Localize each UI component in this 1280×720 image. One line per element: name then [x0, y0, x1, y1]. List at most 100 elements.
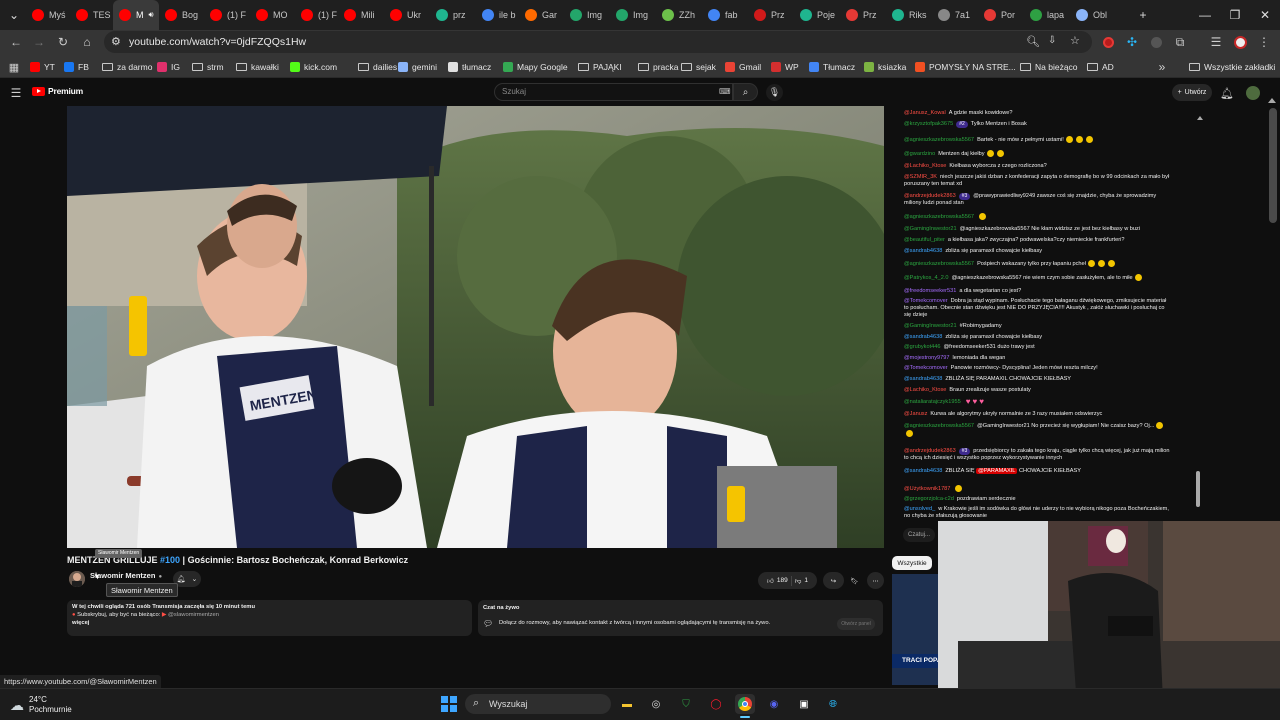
- weather-widget[interactable]: ☁ 24°C Pochmurnie: [10, 695, 72, 715]
- all-bookmarks-button[interactable]: Wszystkie zakładki: [1189, 60, 1275, 74]
- guide-menu-icon[interactable]: ☰: [8, 85, 24, 101]
- open-chat-panel-button[interactable]: Otwórz panel: [837, 618, 875, 630]
- tab-10[interactable]: ile b: [476, 0, 519, 30]
- notion-icon[interactable]: ▣: [794, 694, 814, 714]
- chat-author[interactable]: @SZMIR_3K: [904, 174, 937, 180]
- bookmark-15[interactable]: WP: [771, 60, 799, 74]
- chat-author[interactable]: @sandrab4638: [904, 248, 942, 254]
- tab-6[interactable]: (1) F: [295, 0, 338, 30]
- bookmark-6[interactable]: kick.com: [290, 60, 337, 74]
- dislike-button[interactable]: 👎︎ 1: [795, 577, 808, 585]
- tab-search-chevron-icon[interactable]: ⌄: [0, 0, 28, 30]
- scroll-up-icon[interactable]: [1197, 116, 1203, 120]
- opera-icon[interactable]: ◯: [706, 694, 726, 714]
- bookmark-5[interactable]: kawałki: [236, 60, 279, 74]
- bookmark-13[interactable]: sejak: [681, 60, 716, 74]
- chat-author[interactable]: @andrzejdudek2863: [904, 448, 956, 454]
- filter-chip-all[interactable]: Wszystkie: [892, 556, 932, 570]
- description-box[interactable]: W tej chwili ogląda 721 osób Transmisja …: [67, 600, 472, 636]
- apps-grid-icon[interactable]: ▦: [6, 59, 22, 75]
- extension-gray-icon[interactable]: [1148, 34, 1164, 50]
- search-button[interactable]: ⌕: [733, 83, 758, 101]
- home-icon[interactable]: ⌂: [79, 34, 95, 50]
- chat-author[interactable]: @agnieszkazebrowska5567: [904, 137, 974, 143]
- tab-manager-icon[interactable]: ☰: [1208, 34, 1224, 50]
- file-explorer-icon[interactable]: ▬: [617, 694, 637, 714]
- chat-author[interactable]: @nataliaratajczyk1955: [904, 399, 961, 405]
- install-app-icon[interactable]: ⇩: [1048, 35, 1056, 46]
- description-channel-link[interactable]: @slawomirmentzen: [168, 612, 219, 618]
- tab-3[interactable]: Bog: [159, 0, 204, 30]
- new-tab-button[interactable]: +: [1128, 0, 1158, 30]
- chat-scrollbar[interactable]: [1195, 116, 1203, 516]
- tab-22[interactable]: lapa: [1024, 0, 1070, 30]
- chat-author[interactable]: @Janusz: [904, 411, 927, 417]
- bookmark-18[interactable]: POMYSŁY NA STRE...: [915, 60, 1016, 74]
- tab-0[interactable]: Myś: [26, 0, 70, 30]
- tab-20[interactable]: 7a1: [932, 0, 978, 30]
- recommended-video-thumbnail[interactable]: TRACI POPAR: [892, 574, 940, 685]
- channel-name[interactable]: Sławomir Mentzen ●: [90, 571, 162, 580]
- chat-author[interactable]: @sandrab4638: [904, 468, 942, 474]
- chat-author[interactable]: @Patrykos_4_2.0: [904, 275, 949, 281]
- chat-author[interactable]: @agnieszkazebrowska5567: [904, 261, 974, 267]
- chat-author[interactable]: @mojestrony9797: [904, 355, 949, 361]
- bookmark-7[interactable]: dailies: [358, 60, 397, 74]
- tab-17[interactable]: Poje: [794, 0, 840, 30]
- chat-author[interactable]: @agnieszkazebrowska5567: [904, 214, 974, 220]
- start-button[interactable]: [439, 694, 459, 714]
- chat-author[interactable]: @Lachiko_Ktose: [904, 163, 946, 169]
- tab-9[interactable]: prz: [430, 0, 476, 30]
- search-input[interactable]: Szukaj ⌨: [494, 83, 733, 101]
- voice-search-button[interactable]: 🎙︎: [766, 84, 783, 101]
- tab-16[interactable]: Prz: [748, 0, 794, 30]
- tab-7[interactable]: Mili: [338, 0, 384, 30]
- tab-12[interactable]: Img: [564, 0, 610, 30]
- forward-icon[interactable]: →: [31, 34, 47, 50]
- bookmark-4[interactable]: strm: [192, 60, 224, 74]
- extensions-puzzle-icon[interactable]: ⧉: [1172, 34, 1188, 50]
- notifications-bell-icon[interactable]: 🔔︎: [1219, 85, 1235, 101]
- tab-23[interactable]: Obl: [1070, 0, 1114, 30]
- bookmark-8[interactable]: gemini: [398, 60, 437, 74]
- bookmark-12[interactable]: pracka: [638, 60, 679, 74]
- description-more-link[interactable]: więcej: [72, 619, 467, 627]
- more-actions-button[interactable]: ⋯: [867, 572, 884, 589]
- site-info-icon[interactable]: ⚙: [111, 35, 121, 48]
- minimize-button[interactable]: —: [1188, 0, 1222, 30]
- bookmark-1[interactable]: FB: [64, 60, 89, 74]
- chat-author[interactable]: @sandrab4638: [904, 334, 942, 340]
- chat-author[interactable]: @Lachiko_Ktose: [904, 387, 946, 393]
- video-title-hashtag[interactable]: #100: [160, 555, 180, 565]
- reload-icon[interactable]: ↻: [55, 34, 71, 50]
- taskbar-search[interactable]: ⌕ Wyszukaj: [465, 694, 611, 714]
- chat-author[interactable]: @Janusz_Kowal: [904, 110, 946, 116]
- discord-icon[interactable]: ◉: [764, 694, 784, 714]
- taskbar-app-icon[interactable]: ◎: [646, 694, 666, 714]
- chat-author[interactable]: @andrzejdudek2863: [904, 193, 956, 199]
- chat-author[interactable]: @krzysztofpak3675: [904, 121, 953, 127]
- bookmark-3[interactable]: IG: [157, 60, 180, 74]
- chat-author[interactable]: @sandrab4638: [904, 376, 942, 382]
- chat-author[interactable]: @gwardzino: [904, 151, 935, 157]
- bookmark-20[interactable]: AD: [1087, 60, 1114, 74]
- tab-2[interactable]: M 🔊︎: [113, 0, 159, 30]
- chat-author[interactable]: @agnieszkazebrowska5567: [904, 423, 974, 429]
- back-icon[interactable]: ←: [8, 34, 24, 50]
- bookmark-14[interactable]: Gmail: [725, 60, 761, 74]
- chat-author[interactable]: @Tomekcomover: [904, 365, 948, 371]
- chat-author[interactable]: @Użytkownik1787: [904, 486, 950, 492]
- tab-21[interactable]: Por: [978, 0, 1024, 30]
- chrome-icon[interactable]: [735, 694, 755, 714]
- chat-author[interactable]: @GamingInwestor21: [904, 226, 957, 232]
- globe-app-icon[interactable]: 🌐︎: [823, 694, 843, 714]
- extension-record-icon[interactable]: [1100, 34, 1116, 50]
- chat-author[interactable]: @GamingInwestor21: [904, 323, 957, 329]
- taskbar-shield-icon[interactable]: ⛉: [676, 694, 696, 714]
- close-window-button[interactable]: ✕: [1248, 0, 1280, 30]
- chat-input[interactable]: Czatuj...: [903, 528, 935, 542]
- bookmark-16[interactable]: Tłumacz: [809, 60, 855, 74]
- extension-ai-icon[interactable]: ✣: [1124, 34, 1140, 50]
- chat-author[interactable]: @grzegorzjolca-c2d: [904, 496, 954, 502]
- chat-author[interactable]: @grubykot446: [904, 344, 940, 350]
